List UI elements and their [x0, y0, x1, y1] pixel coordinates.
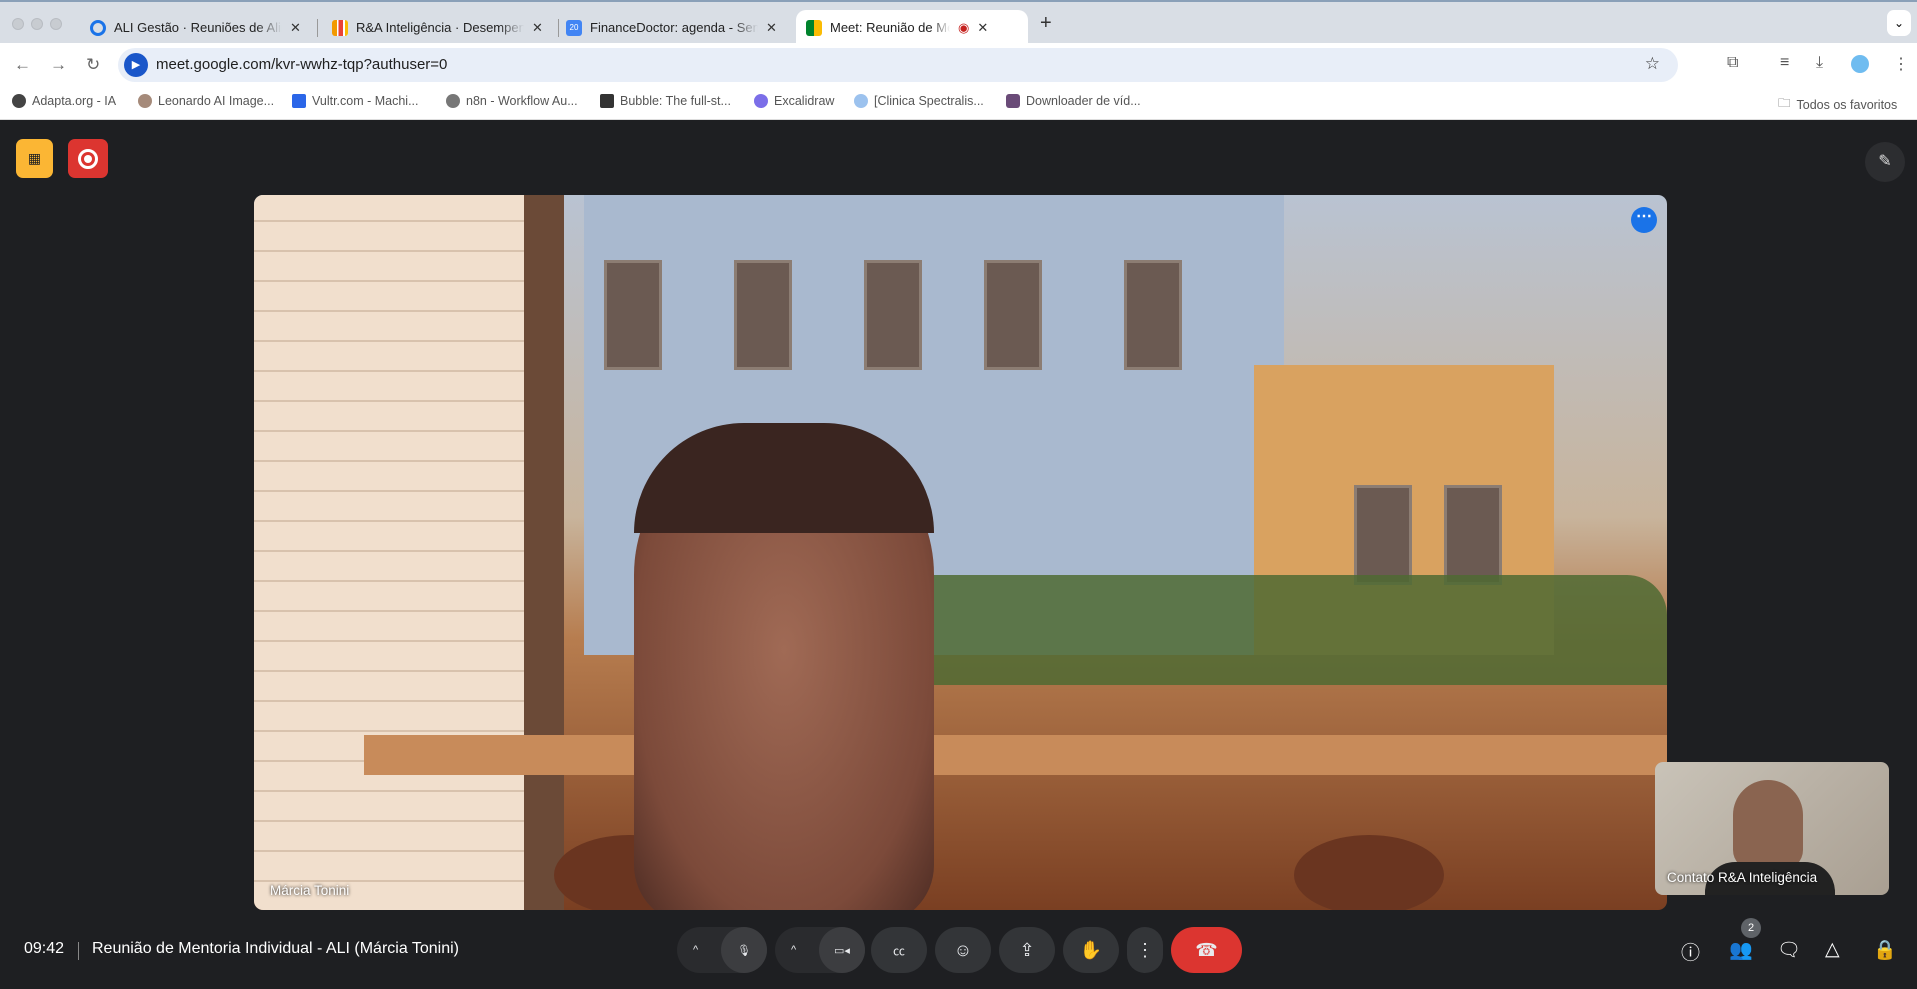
extensions-icon[interactable]: ⧉	[1727, 54, 1738, 72]
recording-indicator-icon: ◉	[958, 19, 970, 35]
tab-bar: ALI Gestão · Reuniões de Alinhamento✕ R&…	[0, 0, 1917, 45]
address-bar-row: ← → ↻ ▶ meet.google.com/kvr-wwhz-tqp?aut…	[0, 43, 1917, 86]
meet-icon	[806, 19, 822, 36]
close-tab-icon[interactable]: ✕	[290, 20, 301, 36]
menu-icon[interactable]: ⋮	[1893, 54, 1909, 74]
bookmark-item[interactable]: Downloader de víd...	[1006, 94, 1141, 108]
profile-avatar[interactable]	[1851, 55, 1869, 73]
present-screen-button[interactable]: ⇪	[999, 927, 1055, 973]
back-icon[interactable]: ←	[14, 55, 31, 75]
url-input[interactable]: ▶ meet.google.com/kvr-wwhz-tqp?authuser=…	[118, 48, 1678, 82]
bar-chart-icon	[332, 19, 348, 36]
tab-ali-gestao[interactable]: ALI Gestão · Reuniões de Alinhamento✕	[80, 10, 311, 45]
end-call-button[interactable]: ☎	[1171, 927, 1242, 973]
bookmark-item[interactable]: n8n - Workflow Au...	[446, 94, 578, 108]
bookmark-item[interactable]: Vultr.com - Machi...	[292, 94, 419, 108]
close-tab-icon[interactable]: ✕	[977, 20, 988, 36]
meet-stage: ▦ ✎ ⋯ Márcia Tonini Contato R&A Inteligê…	[0, 122, 1917, 989]
tab-ra-inteligencia[interactable]: R&A Inteligência · Desempenho ✕	[322, 10, 553, 45]
tab-meet[interactable]: Meet: Reunião de Mentoria◉✕	[796, 10, 1028, 45]
bookmark-item[interactable]: Excalidraw	[754, 94, 834, 108]
pencil-icon[interactable]: ✎	[1865, 142, 1905, 182]
bookmark-item[interactable]: Leonardo AI Image...	[138, 94, 274, 108]
raise-hand-button[interactable]: ✋	[1063, 927, 1119, 973]
bookmark-item[interactable]: Bubble: The full-st...	[600, 94, 731, 108]
control-bar: 09:42 Reunião de Mentoria Individual - A…	[0, 918, 1917, 989]
new-tab-button[interactable]: +	[1040, 12, 1052, 35]
captions-button[interactable]: ㏄	[871, 927, 927, 973]
tab-search-button[interactable]: ⌄	[1887, 10, 1911, 36]
activities-icon[interactable]: △	[1825, 938, 1840, 961]
microphone-icon[interactable]: 🎙	[721, 927, 767, 973]
reload-icon[interactable]: ↻	[86, 55, 100, 75]
participants-count-badge: 2	[1741, 918, 1761, 938]
main-video-tile[interactable]: ⋯ Márcia Tonini	[254, 195, 1667, 910]
self-video-tile[interactable]: Contato R&A Inteligência	[1655, 762, 1889, 895]
host-controls-icon[interactable]: 🔒	[1873, 938, 1897, 962]
window-controls[interactable]	[12, 18, 62, 30]
all-bookmarks-folder[interactable]: 🗀 Todos os favoritos	[1778, 94, 1897, 115]
close-tab-icon[interactable]: ✕	[532, 20, 543, 36]
recording-button[interactable]	[68, 139, 108, 178]
meeting-title: Reunião de Mentoria Individual - ALI (Má…	[92, 940, 460, 957]
self-name: Contato R&A Inteligência	[1667, 870, 1818, 885]
camera-icon[interactable]: ▭◂	[819, 927, 865, 973]
media-control-icon[interactable]: ≡	[1780, 54, 1789, 72]
meet-site-icon: ▶	[124, 53, 148, 77]
bookmark-star-icon[interactable]: ☆	[1645, 54, 1660, 74]
target-icon	[90, 19, 106, 36]
close-tab-icon[interactable]: ✕	[766, 20, 777, 36]
bookmarks-bar: Adapta.org - IA Leonardo AI Image... Vul…	[0, 86, 1917, 120]
bookmark-item[interactable]: Adapta.org - IA	[12, 94, 116, 108]
bookmark-item[interactable]: [Clinica Spectralis...	[854, 94, 984, 108]
video-options-button[interactable]: ^ ▭◂	[775, 927, 865, 973]
folder-icon: 🗀	[1778, 96, 1791, 110]
meeting-time: 09:42	[24, 940, 65, 957]
no-recording-consent-icon[interactable]: ▦	[16, 139, 53, 178]
info-icon[interactable]: ⓘ	[1681, 938, 1700, 965]
people-icon[interactable]: 👥	[1729, 938, 1753, 962]
chat-icon[interactable]: 🗨	[1777, 938, 1801, 962]
participant-name: Márcia Tonini	[270, 883, 350, 898]
more-options-icon[interactable]: ⋯	[1631, 207, 1657, 233]
emoji-button[interactable]: ☺	[935, 927, 991, 973]
forward-icon[interactable]: →	[50, 55, 67, 75]
audio-options-button[interactable]: ^ 🎙	[677, 927, 767, 973]
tab-financedoctor[interactable]: 20FinanceDoctor: agenda - Semana✕	[556, 10, 787, 45]
more-options-button[interactable]: ⋮	[1127, 927, 1163, 973]
download-icon[interactable]: ⤓	[1816, 54, 1823, 72]
calendar-icon: 20	[566, 19, 582, 36]
